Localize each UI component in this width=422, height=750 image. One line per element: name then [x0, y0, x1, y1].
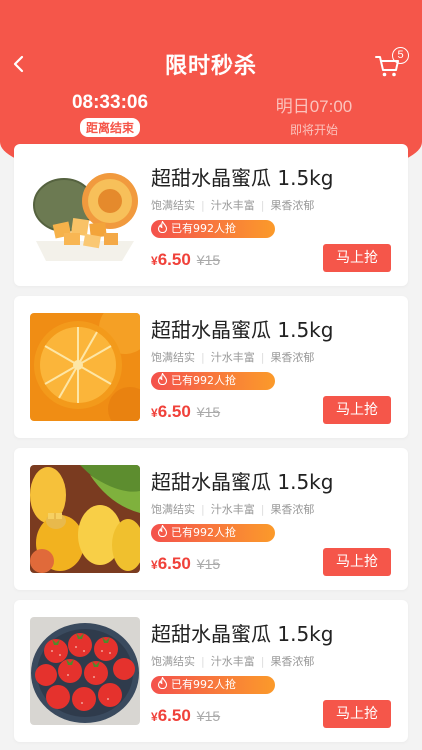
product-title: 超甜水晶蜜瓜 1.5kg: [151, 622, 334, 646]
product-title: 超甜水晶蜜瓜 1.5kg: [151, 318, 334, 342]
buy-now-button[interactable]: 马上抢: [323, 396, 391, 424]
product-card[interactable]: 超甜水晶蜜瓜 1.5kg 饱满结实 | 汁水丰富 | 果香浓郁 已有992人抢 ¥6.5…: [14, 448, 408, 590]
product-tags: 饱满结实 | 汁水丰富 | 果香浓郁: [151, 501, 314, 517]
sale-price: ¥6.50: [151, 250, 191, 269]
product-list: 超甜水晶蜜瓜 1.5kg 饱满结实 | 汁水丰富 | 果香浓郁 已有992人抢 ¥6.5…: [14, 144, 408, 750]
sold-count-text: 已有992人抢: [171, 374, 236, 387]
tag: 汁水丰富: [210, 199, 255, 212]
tag: 饱满结实: [151, 351, 195, 364]
product-title: 超甜水晶蜜瓜 1.5kg: [151, 470, 334, 494]
fire-icon: [157, 677, 168, 689]
sale-price: ¥6.50: [151, 706, 191, 725]
divider: |: [260, 655, 265, 668]
tag: 汁水丰富: [210, 655, 255, 668]
product-title: 超甜水晶蜜瓜 1.5kg: [151, 166, 334, 190]
divider: |: [201, 503, 205, 516]
mango-image[interactable]: [30, 465, 140, 573]
header: 限时秒杀 5 08:33:06 距离结束 明日07:00 即将开始: [0, 0, 422, 140]
product-card[interactable]: 超甜水晶蜜瓜 1.5kg 饱满结实 | 汁水丰富 | 果香浓郁 已有992人抢 ¥6.5…: [14, 600, 408, 742]
product-tags: 饱满结实 | 汁水丰富 | 果香浓郁: [151, 653, 314, 669]
fire-icon: [157, 525, 168, 537]
product-card[interactable]: 超甜水晶蜜瓜 1.5kg 饱满结实 | 汁水丰富 | 果香浓郁 已有992人抢 ¥6.5…: [14, 296, 408, 438]
tag: 果香浓郁: [270, 199, 315, 212]
sold-count-text: 已有992人抢: [171, 222, 236, 235]
tag: 果香浓郁: [270, 503, 315, 516]
currency-symbol: ¥: [151, 406, 158, 420]
divider: |: [260, 503, 265, 516]
session-start-time: 明日07:00: [275, 97, 353, 116]
original-price: ¥15: [196, 556, 221, 572]
fire-icon: [157, 221, 168, 233]
countdown-time: 08:33:06: [71, 92, 149, 113]
tab-session-current[interactable]: 08:33:06 距离结束: [40, 92, 180, 137]
orange-image[interactable]: [30, 313, 140, 421]
cart-count-badge: 5: [392, 47, 409, 64]
strawberry-image[interactable]: [30, 617, 140, 725]
currency-symbol: ¥: [151, 254, 158, 268]
fire-icon: [157, 373, 168, 385]
tab-session-next[interactable]: 明日07:00 即将开始: [244, 92, 384, 138]
cart-button[interactable]: 5: [374, 47, 409, 81]
sold-count-badge: 已有992人抢: [151, 524, 275, 542]
buy-now-button[interactable]: 马上抢: [323, 548, 391, 576]
sold-count-text: 已有992人抢: [171, 678, 236, 691]
divider: |: [260, 351, 265, 364]
tag: 饱满结实: [151, 199, 195, 212]
sale-price-value: 6.50: [157, 250, 191, 269]
original-price: ¥15: [196, 404, 221, 420]
tag: 果香浓郁: [270, 655, 315, 668]
tag: 饱满结实: [151, 503, 195, 516]
page-title: 限时秒杀: [164, 54, 257, 79]
buy-now-button[interactable]: 马上抢: [323, 700, 391, 728]
sale-price-value: 6.50: [157, 706, 191, 725]
sale-price-value: 6.50: [157, 554, 191, 573]
original-price: ¥15: [196, 708, 221, 724]
price-row: ¥6.50 ¥15: [151, 706, 220, 726]
original-price: ¥15: [196, 252, 221, 268]
currency-symbol: ¥: [151, 710, 158, 724]
sold-count-badge: 已有992人抢: [151, 676, 275, 694]
tag: 汁水丰富: [210, 503, 255, 516]
currency-symbol: ¥: [151, 558, 158, 572]
tag: 汁水丰富: [210, 351, 255, 364]
buy-now-button[interactable]: 马上抢: [323, 244, 391, 272]
sold-count-badge: 已有992人抢: [151, 372, 275, 390]
cantaloupe-image[interactable]: [30, 161, 140, 269]
tag: 果香浓郁: [270, 351, 315, 364]
price-row: ¥6.50 ¥15: [151, 554, 220, 574]
product-tags: 饱满结实 | 汁水丰富 | 果香浓郁: [151, 349, 314, 365]
divider: |: [260, 199, 265, 212]
divider: |: [201, 655, 205, 668]
tab-status-label: 距离结束: [79, 118, 140, 137]
price-row: ¥6.50 ¥15: [151, 402, 220, 422]
price-row: ¥6.50 ¥15: [151, 250, 220, 270]
divider: |: [201, 199, 205, 212]
tag: 饱满结实: [151, 655, 195, 668]
sale-price-value: 6.50: [157, 402, 191, 421]
sold-count-badge: 已有992人抢: [151, 220, 275, 238]
product-tags: 饱满结实 | 汁水丰富 | 果香浓郁: [151, 197, 314, 213]
sold-count-text: 已有992人抢: [171, 526, 236, 539]
divider: |: [201, 351, 205, 364]
sale-price: ¥6.50: [151, 402, 191, 421]
tab-status-label: 即将开始: [289, 123, 338, 137]
sale-price: ¥6.50: [151, 554, 191, 573]
product-card[interactable]: 超甜水晶蜜瓜 1.5kg 饱满结实 | 汁水丰富 | 果香浓郁 已有992人抢 ¥6.5…: [14, 144, 408, 286]
